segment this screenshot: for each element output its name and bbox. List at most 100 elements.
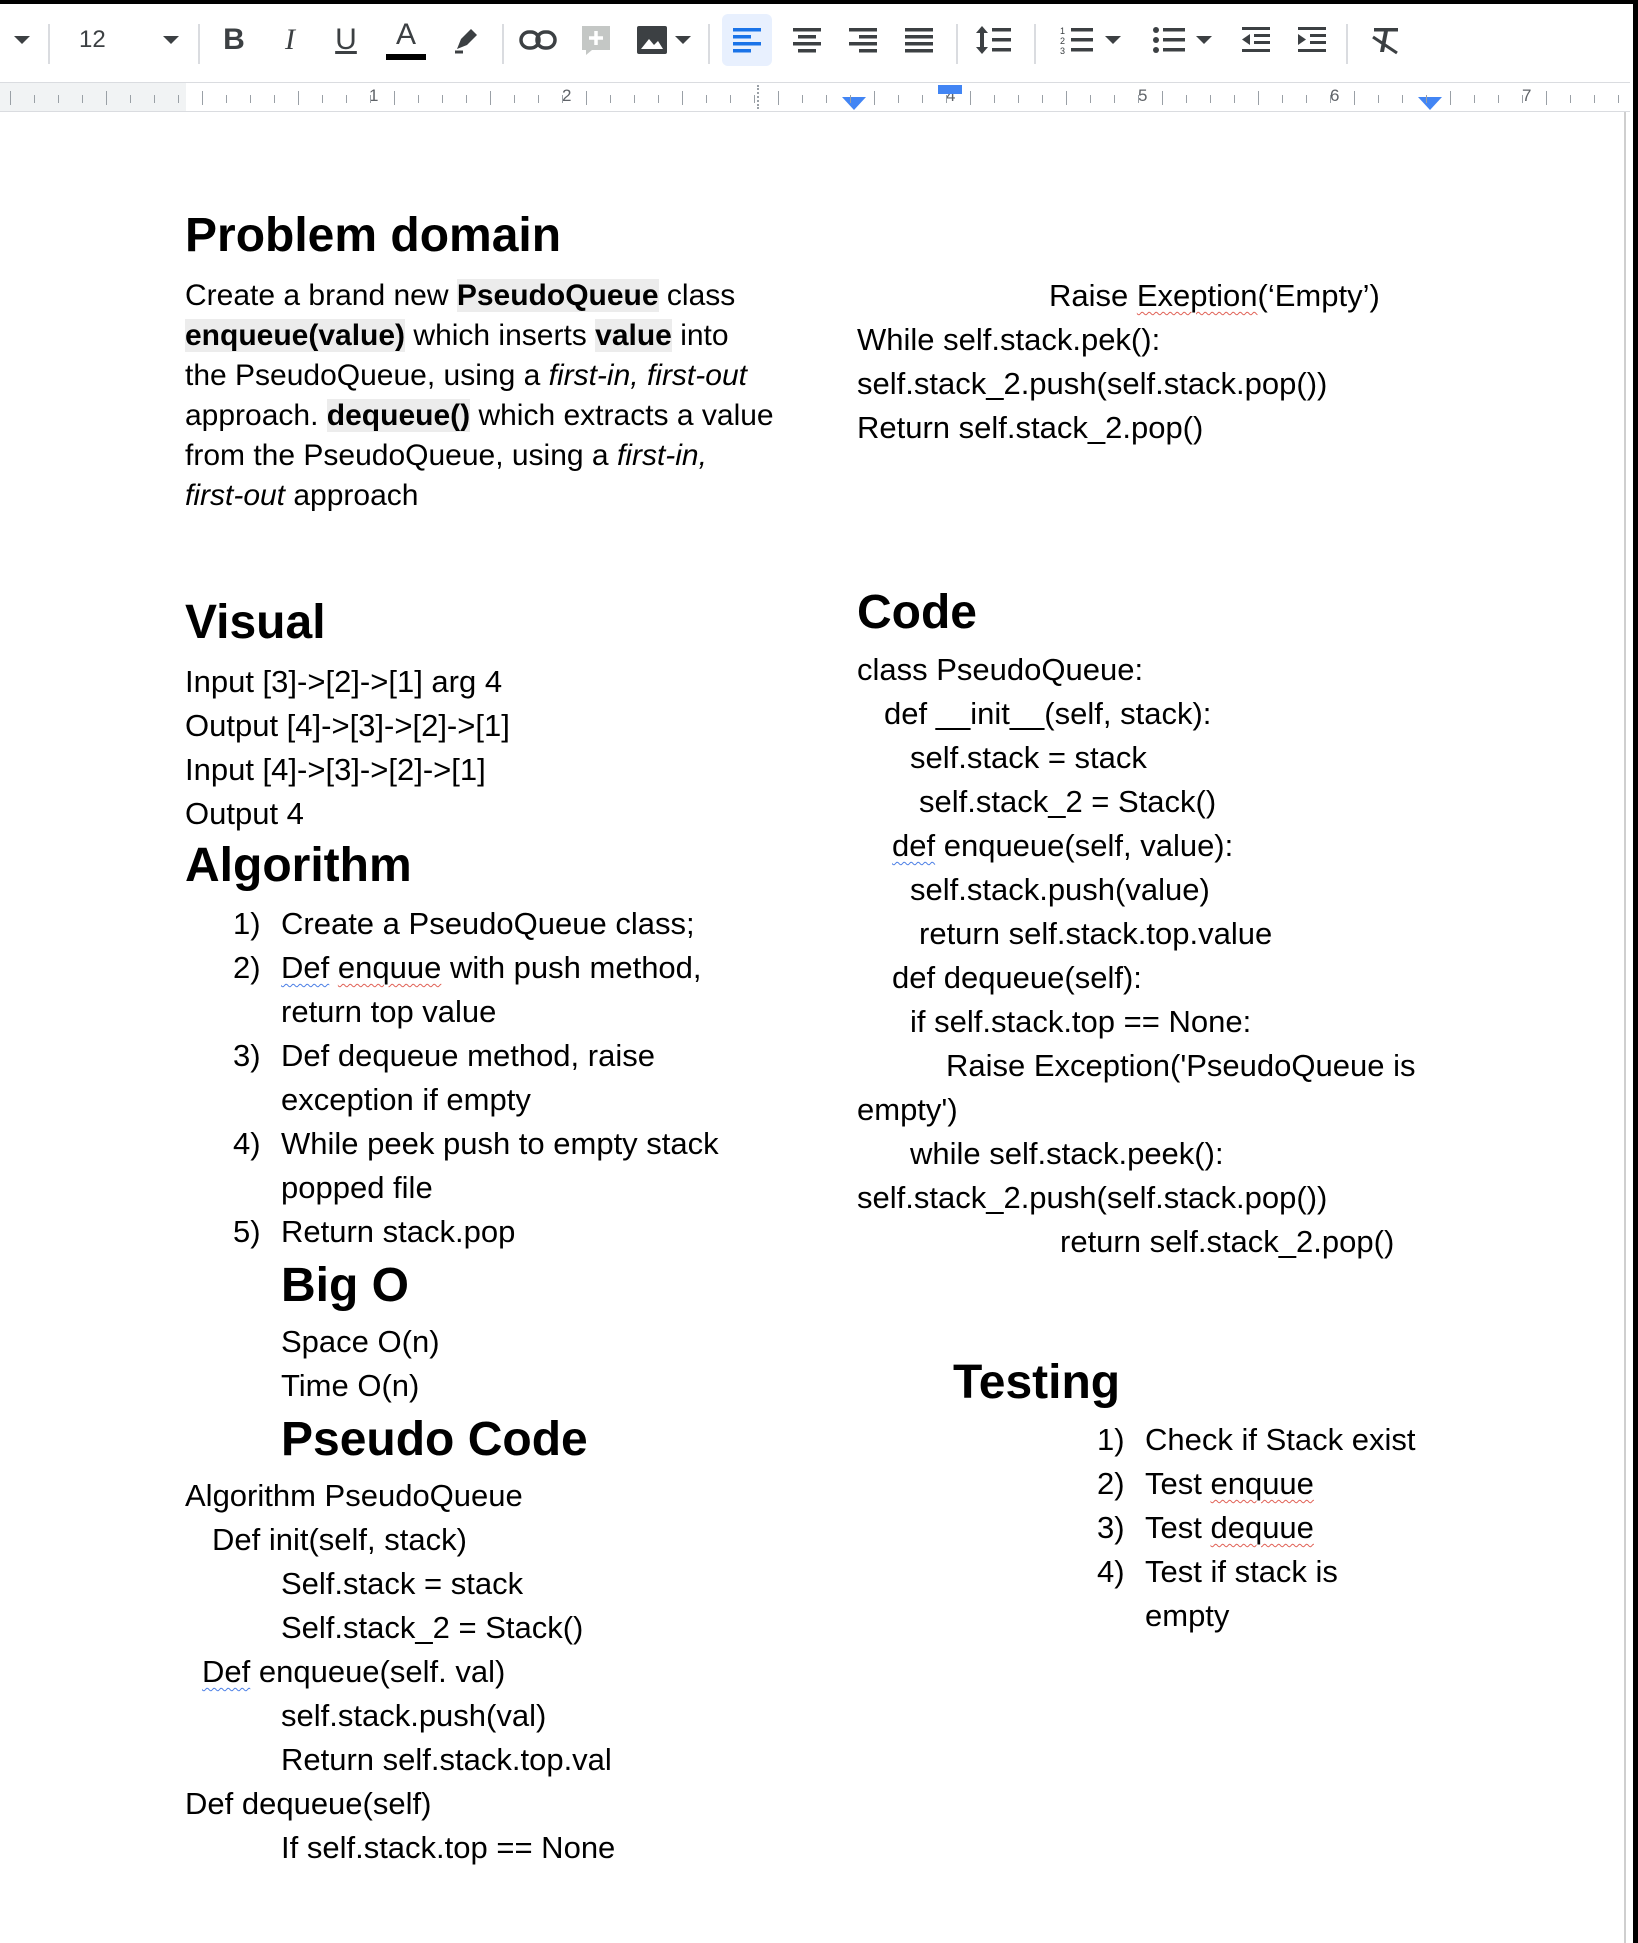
line-spacing-icon [976,26,1011,54]
ruler-tick [1210,95,1211,103]
visual-heading: Visual [185,596,326,649]
pseudo-code-heading: Pseudo Code [281,1413,588,1466]
clear-formatting-icon [1372,28,1398,55]
ruler-tick [946,95,947,103]
ruler-tick [538,95,539,103]
pseudo-line: If self.stack.top == None [281,1830,616,1865]
toolbar-separator [502,24,504,64]
first-line-indent-marker[interactable] [938,85,962,94]
numbered-list-button[interactable]: 123 [1050,14,1130,66]
bulleted-list-icon [1153,27,1185,53]
page-edge [1624,110,1626,1943]
code-line: return self.stack.top.value [919,916,1273,951]
right-indent-marker[interactable] [1418,97,1442,110]
image-icon [637,26,667,54]
ruler-tick [586,91,587,105]
pseudo-line: self.stack_2.push(self.stack.pop()) [857,366,1328,401]
add-comment-button[interactable] [574,14,618,66]
font-size-dropdown[interactable]: 12 [55,18,185,62]
align-left-button[interactable] [722,14,772,66]
ruler-tick [1450,91,1451,105]
ruler-tick [1090,95,1091,103]
ruler-tick [370,95,371,103]
ruler-tick [1426,95,1427,103]
increase-indent-button[interactable] [1288,14,1336,66]
ruler-tick [1546,91,1547,105]
underline-button[interactable]: U [324,14,368,66]
link-icon [519,30,557,50]
justify-button[interactable] [894,14,944,66]
ruler-tick [1186,95,1187,103]
highlight-button[interactable] [442,14,490,66]
code-line: self.stack_2 = Stack() [919,784,1217,819]
ruler-tick [250,95,251,103]
pseudo-line: self.stack.push(val) [281,1698,547,1733]
problem-line: the PseudoQueue, using a first-in, first… [185,359,747,392]
ruler-tick [970,91,971,105]
add-comment-icon [582,26,610,55]
decrease-indent-button[interactable] [1232,14,1280,66]
ruler[interactable]: 1 2 4 5 6 7 [0,82,1630,112]
ruler-tick [634,95,635,103]
ruler-tick [682,91,683,105]
ruler-tick [514,95,515,103]
ruler-tick [322,95,323,103]
ruler-tick [346,95,347,103]
font-size-value: 12 [79,26,106,53]
svg-text:3: 3 [1060,46,1065,56]
algorithm-step: While peek push to empty stack [281,1126,719,1161]
toolbar-separator [708,24,710,64]
styles-dropdown-icon[interactable] [8,14,36,66]
pseudo-line: Def enqueue(self. val) [202,1654,506,1689]
clear-formatting-button[interactable] [1362,14,1410,66]
ruler-tick [1402,95,1403,103]
time-complexity: Time O(n) [281,1368,420,1403]
space-complexity: Space O(n) [281,1324,440,1359]
ruler-tick [1162,91,1163,105]
text-color-button[interactable]: A [382,14,430,66]
algorithm-step-continued: exception if empty [281,1082,531,1117]
bulleted-list-button[interactable] [1142,14,1222,66]
italic-button[interactable]: I [268,14,312,66]
algorithm-step: Return stack.pop [281,1214,516,1249]
code-line: Raise Exception('PseudoQueue is [946,1048,1416,1083]
list-number: 2) [1097,1466,1125,1501]
ruler-tick [658,95,659,103]
toolbar-separator [48,24,50,64]
column-divider-handle[interactable] [757,85,763,109]
insert-image-button[interactable] [630,14,696,66]
toolbar-separator [1346,24,1348,64]
ruler-tick [1498,95,1499,103]
test-item: Test if stack is [1145,1554,1338,1589]
ruler-tick [610,95,611,103]
align-right-button[interactable] [838,14,888,66]
pseudo-line: Self.stack_2 = Stack() [281,1610,584,1645]
text-color-swatch [386,54,426,60]
left-indent-marker[interactable] [842,97,866,110]
line-spacing-button[interactable] [966,14,1022,66]
ruler-tick [442,95,443,103]
visual-line: Output [4]->[3]->[2]->[1] [185,708,510,743]
testing-heading: Testing [953,1356,1121,1409]
insert-link-button[interactable] [514,14,562,66]
problem-line: first-out approach [185,479,419,512]
svg-text:1: 1 [1060,26,1065,36]
align-center-button[interactable] [782,14,832,66]
ruler-tick [1114,95,1115,103]
toolbar-separator [1034,24,1036,64]
ruler-tick [1594,95,1595,103]
ruler-tick [1522,95,1523,103]
list-number: 3) [233,1038,261,1073]
ruler-tick [394,91,395,105]
ruler-tick [1018,95,1019,103]
ruler-tick [1066,91,1067,105]
bold-button[interactable]: B [212,14,256,66]
test-item-continued: empty [1145,1598,1230,1633]
big-o-heading: Big O [281,1259,409,1312]
ruler-tick [1258,91,1259,105]
ruler-number: 2 [562,86,572,105]
code-line: def dequeue(self): [892,960,1142,995]
align-left-icon [733,28,761,53]
pseudo-line: Self.stack = stack [281,1566,524,1601]
pseudo-line: Return self.stack_2.pop() [857,410,1204,445]
